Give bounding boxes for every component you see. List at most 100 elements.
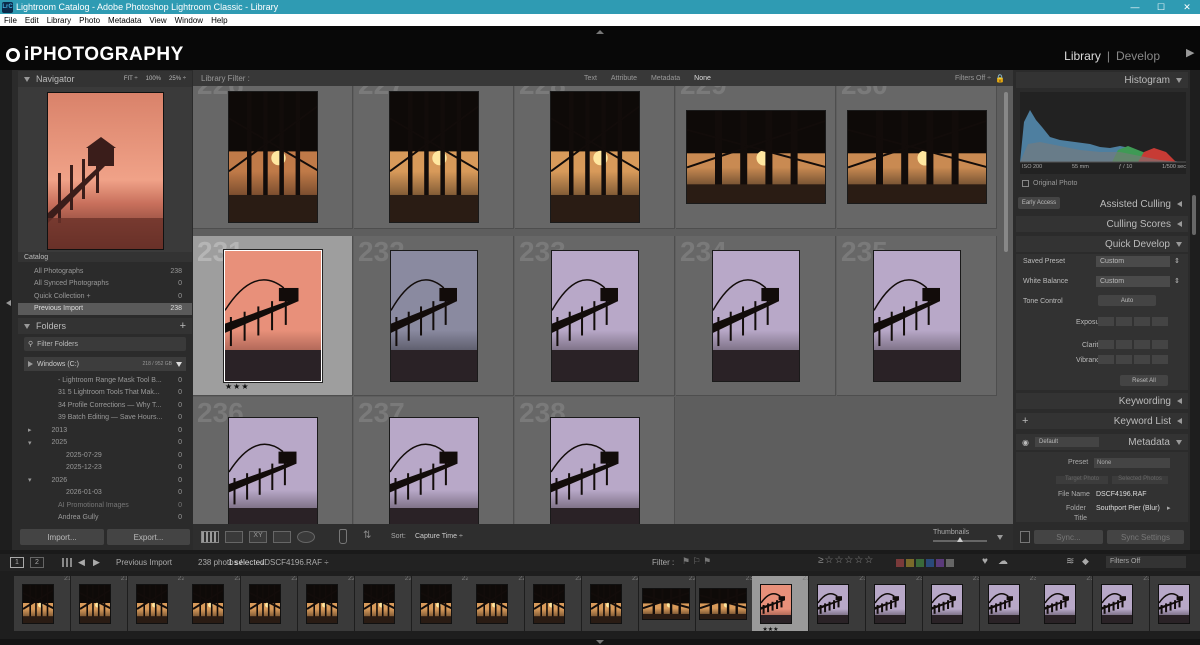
- photo-thumbnail[interactable]: [223, 249, 323, 383]
- catalog-item-all-photographs[interactable]: All Photographs 238: [18, 265, 192, 278]
- filmstrip-thumbnail[interactable]: [22, 584, 54, 624]
- catalog-item-all-synced[interactable]: All Synced Photographs 0: [18, 278, 192, 291]
- eye-icon[interactable]: ◉: [1022, 438, 1029, 447]
- filter-tab-text[interactable]: Text: [584, 75, 597, 82]
- navigator-preview-image[interactable]: [47, 92, 164, 250]
- clarity-big-increase[interactable]: [1152, 340, 1168, 349]
- sync-button[interactable]: Sync...: [1033, 530, 1103, 544]
- folder-item[interactable]: AI Promotional Images 0: [18, 499, 192, 512]
- photo-thumbnail[interactable]: [228, 91, 318, 223]
- file-name-value[interactable]: DSCF4196.RAF: [1096, 491, 1147, 498]
- blue-label-swatch[interactable]: [926, 559, 934, 567]
- secondary-display-button[interactable]: 2: [30, 557, 44, 568]
- zoom-25[interactable]: 25% ÷: [169, 76, 186, 82]
- bottom-panel-toggle-icon[interactable]: [596, 640, 604, 644]
- folder-goto-icon[interactable]: ▸: [1167, 504, 1171, 512]
- filmstrip-cell[interactable]: 222: [241, 576, 298, 631]
- grid-cell[interactable]: 228: [515, 86, 675, 229]
- reset-all-button[interactable]: Reset All: [1120, 375, 1168, 386]
- menu-photo[interactable]: Photo: [75, 16, 104, 25]
- target-photo-button[interactable]: Target Photo: [1056, 476, 1108, 484]
- filmstrip-thumbnail[interactable]: [987, 584, 1020, 624]
- folder-item[interactable]: ▾ 2026 0: [18, 474, 192, 487]
- zoom-100[interactable]: 100%: [146, 76, 161, 82]
- folder-value[interactable]: Southport Pier (Blur): [1096, 505, 1160, 512]
- yellow-label-swatch[interactable]: [906, 559, 914, 567]
- stack-icon[interactable]: ≋: [1066, 556, 1074, 567]
- forward-arrow-icon[interactable]: ▶: [93, 557, 100, 568]
- grid-cell[interactable]: 229: [676, 86, 836, 229]
- filmstrip-thumbnail[interactable]: [930, 584, 963, 624]
- filmstrip-cell[interactable]: 232: [809, 576, 866, 631]
- saved-preset-stepper-icon[interactable]: ⇕: [1174, 257, 1180, 265]
- sort-direction-icon[interactable]: ⇅: [363, 530, 371, 541]
- grid-cell[interactable]: 237: [354, 397, 514, 524]
- flag-filter-icon[interactable]: ⚑ ⚐ ⚑: [682, 556, 711, 567]
- filmstrip-thumbnail[interactable]: [1158, 584, 1190, 624]
- vibrance-increase[interactable]: [1134, 355, 1150, 364]
- filmstrip-cell[interactable]: 230: [695, 576, 752, 631]
- filter-tab-attribute[interactable]: Attribute: [611, 75, 637, 82]
- filmstrip-cell[interactable]: 223: [298, 576, 354, 631]
- folder-collapse-icon[interactable]: ▾: [28, 439, 32, 447]
- grid-cell[interactable]: 230: [837, 86, 997, 229]
- filmstrip-cell[interactable]: 236: [1036, 576, 1093, 631]
- zoom-fit[interactable]: FIT ÷: [124, 76, 138, 82]
- white-balance-stepper-icon[interactable]: ⇕: [1174, 277, 1180, 285]
- histogram-collapse-icon[interactable]: [1176, 77, 1182, 83]
- cloud-icon[interactable]: ☁: [998, 556, 1008, 567]
- grid-scrollbar[interactable]: [1004, 92, 1008, 252]
- filmstrip-thumbnail[interactable]: [817, 584, 850, 624]
- auto-sync-toggle[interactable]: [1020, 531, 1030, 543]
- clarity-decrease[interactable]: [1116, 340, 1132, 349]
- right-panel-scrollbar[interactable]: [1192, 195, 1196, 235]
- loupe-view-icon[interactable]: [225, 531, 243, 543]
- clarity-increase[interactable]: [1134, 340, 1150, 349]
- folder-item[interactable]: - Lightroom Range Mask Tool B... 0: [18, 374, 192, 387]
- filmstrip-thumbnail[interactable]: [760, 584, 793, 624]
- vibrance-decrease[interactable]: [1116, 355, 1132, 364]
- grid-shortcut-icon[interactable]: [62, 558, 72, 567]
- export-button[interactable]: Export...: [107, 529, 190, 545]
- primary-display-button[interactable]: 1: [10, 557, 24, 568]
- photo-thumbnail[interactable]: [389, 91, 479, 223]
- menu-edit[interactable]: Edit: [21, 16, 43, 25]
- close-button[interactable]: ✕: [1174, 2, 1200, 13]
- catalog-item-previous-import[interactable]: Previous Import 238: [18, 302, 192, 315]
- menu-help[interactable]: Help: [207, 16, 231, 25]
- grid-cell[interactable]: 233: [515, 236, 675, 396]
- filmstrip-cell[interactable]: 233: [866, 576, 922, 631]
- grid-cell[interactable]: 236: [193, 397, 353, 524]
- lock-icon[interactable]: 🔒: [995, 74, 1005, 83]
- grid-cell[interactable]: 226: [193, 86, 353, 229]
- photo-thumbnail[interactable]: [550, 417, 640, 524]
- grid-view-icon[interactable]: [201, 531, 219, 543]
- filmstrip-thumbnail[interactable]: [192, 584, 225, 624]
- back-arrow-icon[interactable]: ◀: [78, 557, 85, 568]
- keyword-list-header[interactable]: + Keyword List: [1016, 413, 1188, 429]
- top-panel-toggle-icon[interactable]: [596, 30, 604, 34]
- exposure-big-increase[interactable]: [1152, 317, 1168, 326]
- assisted-culling-expand-icon[interactable]: [1177, 201, 1182, 207]
- filmstrip-thumbnail[interactable]: [419, 584, 452, 624]
- vibrance-big-decrease[interactable]: [1098, 355, 1114, 364]
- culling-scores-header[interactable]: Culling Scores: [1016, 216, 1188, 232]
- folder-item[interactable]: 2026-01-03 0: [18, 487, 192, 500]
- grid-cell[interactable]: 238: [515, 397, 675, 524]
- filmstrip-cell[interactable]: 225: [411, 576, 468, 631]
- filter-tab-metadata[interactable]: Metadata: [651, 75, 680, 82]
- original-photo-toggle[interactable]: Original Photo: [1022, 180, 1077, 187]
- saved-preset-select[interactable]: Custom: [1096, 256, 1170, 267]
- filter-folders-field[interactable]: ⚲ Filter Folders: [24, 337, 186, 351]
- filmstrip-cell[interactable]: 219: [70, 576, 127, 631]
- filmstrip-thumbnail[interactable]: [78, 584, 111, 624]
- photo-thumbnail[interactable]: [550, 91, 640, 223]
- filmstrip-thumbnail[interactable]: [476, 584, 509, 624]
- filter-tab-none[interactable]: None: [694, 75, 711, 82]
- photo-thumbnail[interactable]: [389, 417, 479, 524]
- left-panel-collapse-icon[interactable]: [6, 300, 11, 306]
- filmstrip-cell[interactable]: 224: [354, 576, 411, 631]
- drive-expand-icon[interactable]: [28, 361, 33, 367]
- filmstrip-cell[interactable]: 229: [638, 576, 695, 631]
- filter-preset[interactable]: Filters Off ÷: [955, 75, 991, 82]
